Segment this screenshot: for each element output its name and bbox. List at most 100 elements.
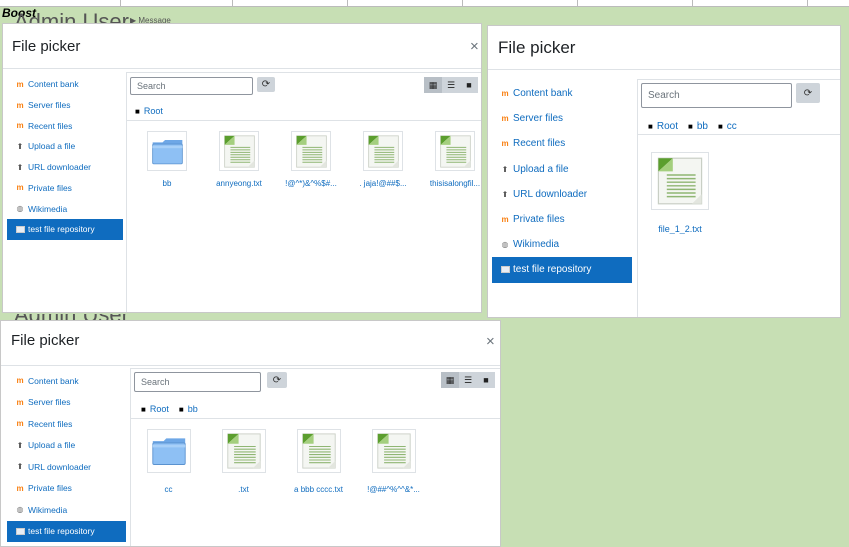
sidebar-item-upload-a-file[interactable]: ⬆ Upload a file [7,136,123,157]
view-tree-button[interactable]: ■ [460,77,478,93]
search-input[interactable]: Search [134,372,261,392]
file-item[interactable]: .txt [206,429,281,494]
sidebar-item-server-files[interactable]: m Server files [7,95,123,116]
sidebar-item-content-bank[interactable]: m Content bank [7,370,126,392]
refresh-icon: ⟳ [803,87,813,99]
file-item[interactable]: thisisalongfil... [419,131,481,188]
sidebar-item-server-files[interactable]: m Server files [492,106,632,131]
close-button[interactable]: × [470,38,479,55]
breadcrumb-item[interactable]: bb [697,121,708,132]
view-tree-button[interactable]: ■ [477,372,495,388]
moodle-icon: m [16,100,24,110]
sidebar-item-recent-files[interactable]: m Recent files [7,115,123,136]
sidebar-item-label: Private files [28,182,72,193]
file-thumbnail [651,152,709,210]
view-icons-button[interactable]: ▦ [441,372,459,388]
sidebar-item-private-files[interactable]: m Private files [492,207,632,232]
folder-icon: ■ [141,404,146,414]
breadcrumb: ■ Root ■ bb [141,404,208,414]
sidebar-item-wikimedia[interactable]: ◍ Wikimedia [7,499,126,521]
breadcrumb-item[interactable]: Root [150,404,169,414]
sidebar-item-private-files[interactable]: m Private files [7,178,123,199]
folder-thumbnail [146,429,191,473]
sidebar-item-private-files[interactable]: m Private files [7,478,126,500]
sidebar-item-test-file-repository[interactable]: test file repository [7,218,123,240]
sidebar-item-label: Upload a file [28,141,76,152]
refresh-button[interactable]: ⟳ [796,83,820,103]
sidebar-item-content-bank[interactable]: m Content bank [492,81,632,106]
folder-icon: ■ [687,122,693,131]
file-item[interactable]: !@##^%^^&*... [356,429,431,494]
upload-icon: ⬆ [16,462,24,472]
file-item[interactable]: annyeong.txt [203,131,275,188]
refresh-button[interactable]: ⟳ [267,372,287,388]
file-picker-dialog: File picker × m Content bank m Server files m R… [0,320,501,547]
file-thumbnail [221,429,266,473]
sidebar-item-test-file-repository[interactable]: test file repository [7,520,126,542]
sidebar-item-label: Wikimedia [28,504,68,515]
folder-icon: ■ [717,122,723,131]
file-thumbnail [219,131,259,171]
file-thumbnail [296,429,341,473]
text-file-icon [223,135,256,173]
search-input[interactable]: Search [641,83,792,108]
file-browser-panel: Search ⟳ ■ Root ■ bb ■ cc file_1_2.txt [637,79,840,317]
view-icons-icon: ▦ [445,374,455,385]
file-thumbnail [363,131,403,171]
breadcrumb-item[interactable]: bb [188,404,198,414]
dialog-title: File picker [498,38,576,57]
sidebar-item-label: URL downloader [28,461,91,472]
view-switcher: ▦ ☰ ■ [441,372,495,388]
sidebar-item-url-downloader[interactable]: ⬆ URL downloader [492,182,632,207]
sidebar-item-recent-files[interactable]: m Recent files [492,131,632,156]
file-browser-panel: Search ⟳ ▦ ☰ ■ ■ Root ■ bb cc .txt a bbb cccc.tx… [130,368,500,546]
sidebar-item-label: Recent files [28,120,73,131]
moodle-icon: m [501,89,509,99]
view-icons-button[interactable]: ▦ [424,77,442,93]
folder-item[interactable]: cc [131,429,206,494]
sidebar-item-url-downloader[interactable]: ⬆ URL downloader [7,157,123,178]
sidebar-item-wikimedia[interactable]: ◍ Wikimedia [492,232,632,257]
file-name: bb [162,179,172,188]
text-file-icon [656,157,704,210]
file-item[interactable]: . jaja!@##$... [347,131,419,188]
folder-icon [151,135,184,173]
file-name: . jaja!@##$... [359,179,407,188]
refresh-button[interactable]: ⟳ [257,77,275,92]
sidebar-item-upload-a-file[interactable]: ⬆ Upload a file [492,157,632,182]
sidebar-item-label: Upload a file [28,440,76,451]
moodle-icon: m [16,121,24,131]
folder-icon: ■ [648,122,653,131]
file-item[interactable]: !@^*)&^%$#... [275,131,347,188]
sidebar-item-label: URL downloader [513,188,588,200]
folder-icon: ■ [135,106,140,116]
file-thumbnail [371,429,416,473]
search-input[interactable]: Search [130,77,253,95]
sidebar-item-upload-a-file[interactable]: ⬆ Upload a file [7,435,126,457]
wiki-icon: ◍ [501,240,509,250]
sidebar-item-recent-files[interactable]: m Recent files [7,413,126,435]
text-file-icon [367,135,400,173]
view-list-button[interactable]: ☰ [442,77,460,93]
sidebar-item-server-files[interactable]: m Server files [7,392,126,414]
repository-sidebar: m Content bank m Server files m Recent files ⬆… [492,79,632,285]
sidebar-item-label: Content bank [28,79,79,90]
breadcrumb-item[interactable]: Root [144,106,163,116]
moodle-icon: m [16,397,24,407]
sidebar-item-url-downloader[interactable]: ⬆ URL downloader [7,456,126,478]
view-list-button[interactable]: ☰ [459,372,477,388]
folder-item[interactable]: bb [131,131,203,188]
upload-icon: ⬆ [16,440,24,450]
close-button[interactable]: × [486,333,495,350]
file-item[interactable]: file_1_2.txt [640,152,720,234]
sidebar-item-wikimedia[interactable]: ◍ Wikimedia [7,198,123,219]
file-picker-dialog: File picker × m Content bank m Server files m R… [2,23,482,313]
breadcrumb-item[interactable]: Root [657,121,678,132]
sidebar-item-content-bank[interactable]: m Content bank [7,74,123,95]
sidebar-item-label: Server files [28,397,71,408]
breadcrumb-item[interactable]: cc [727,121,737,132]
file-item[interactable]: a bbb cccc.txt [281,429,356,494]
moodle-icon: m [501,114,509,124]
upload-icon: ⬆ [16,141,24,151]
sidebar-item-test-file-repository[interactable]: test file repository [492,257,632,283]
